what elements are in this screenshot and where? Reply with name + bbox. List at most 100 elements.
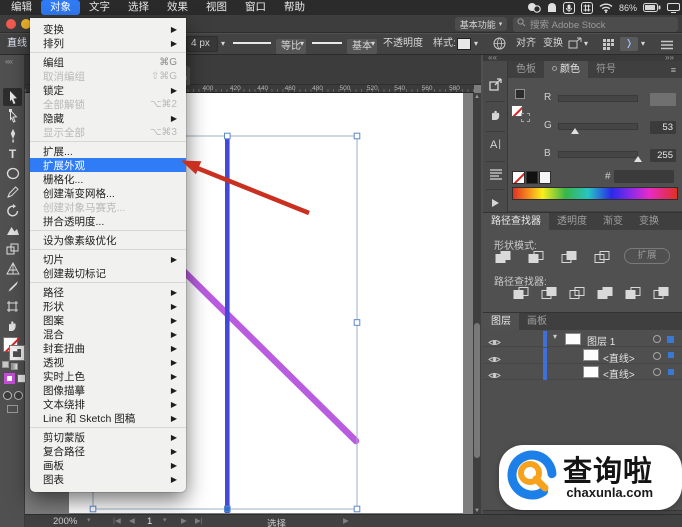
channel-value-G[interactable]: 53: [650, 121, 676, 134]
close-window-button[interactable]: [6, 19, 16, 29]
scale-tool[interactable]: [3, 221, 22, 239]
input-source-icon[interactable]: [580, 1, 593, 14]
chat-bubbles-icon[interactable]: [527, 2, 541, 13]
pathfinder-tab-变换[interactable]: 变换: [631, 213, 667, 230]
menu-item-复合路径[interactable]: 复合路径 ▶: [30, 444, 186, 458]
menubar-item-选择[interactable]: 选择: [119, 0, 158, 15]
channel-slider-B[interactable]: [558, 151, 638, 158]
menu-item-创建裁切标记[interactable]: 创建裁切标记: [30, 266, 186, 280]
libraries-panel-icon[interactable]: [486, 105, 505, 124]
pathfinder-button-2[interactable]: [539, 285, 559, 301]
shape-mode-button-3[interactable]: [559, 249, 579, 265]
pathfinder-tab-透明度[interactable]: 透明度: [549, 213, 595, 230]
layer-name[interactable]: <直线>: [603, 350, 635, 365]
style-dropdown-icon[interactable]: ▾: [474, 34, 478, 54]
menu-item-创建渐变网格[interactable]: 创建渐变网格...: [30, 186, 186, 200]
workspace-switcher[interactable]: 基本功能 ▾: [455, 17, 507, 31]
isolate-icon[interactable]: [568, 37, 582, 57]
display-icon[interactable]: [667, 2, 680, 13]
menu-item-隐藏[interactable]: 隐藏 ▶: [30, 111, 186, 125]
pathfinder-button-3[interactable]: [567, 285, 587, 301]
white-swatch[interactable]: [539, 171, 551, 184]
stroke-indicator[interactable]: [521, 113, 530, 122]
menubar-item-对象[interactable]: 对象: [41, 0, 80, 15]
menu-item-混合[interactable]: 混合 ▶: [30, 327, 186, 341]
color-tab-色板[interactable]: 色板: [508, 61, 544, 78]
menu-item-文本绕排[interactable]: 文本绕排 ▶: [30, 397, 186, 411]
first-artboard-icon[interactable]: |◀: [113, 516, 121, 525]
paragraph-styles-panel-icon[interactable]: [486, 165, 505, 184]
menu-item-封套扭曲[interactable]: 封套扭曲 ▶: [30, 341, 186, 355]
stroke-profile-control[interactable]: 等比: [233, 34, 306, 54]
stroke-width-dropdown-icon[interactable]: ▾: [221, 34, 225, 54]
status-menu-icon[interactable]: ▶: [343, 516, 349, 525]
vertical-scrollbar[interactable]: ▲ ▼: [473, 93, 481, 515]
fill-white-swatch[interactable]: [17, 374, 26, 383]
layers-tab-画板[interactable]: 画板: [519, 313, 555, 330]
color-tab-颜色[interactable]: 颜色: [544, 61, 588, 78]
swap-fill-stroke-icon[interactable]: [515, 89, 525, 99]
pencil-tool[interactable]: [3, 183, 22, 201]
perspective-grid-tool[interactable]: [3, 259, 22, 277]
stock-search-input[interactable]: 搜索 Adobe Stock: [513, 16, 678, 32]
eyedropper-tool[interactable]: [3, 278, 22, 296]
slider-thumb-icon[interactable]: [634, 156, 642, 162]
menu-item-变换[interactable]: 变换 ▶: [30, 22, 186, 36]
layer-target-icon[interactable]: [653, 335, 661, 343]
pathfinder-tab-路径查找器[interactable]: 路径查找器: [483, 213, 549, 230]
menu-item-剪切蒙版[interactable]: 剪切蒙版 ▶: [30, 430, 186, 444]
layer-name[interactable]: <直线>: [603, 366, 635, 381]
next-artboard-icon[interactable]: ▶: [181, 516, 187, 525]
color-mode-icon[interactable]: [2, 361, 9, 368]
shape-mode-button-2[interactable]: [526, 249, 546, 265]
menubar-item-效果[interactable]: 效果: [158, 0, 197, 15]
menu-item-设为像素级优化[interactable]: 设为像素级优化: [30, 233, 186, 247]
layer-expand-icon[interactable]: ▾: [553, 332, 557, 341]
layer-selected-indicator[interactable]: [668, 352, 674, 358]
expand-strip-icon[interactable]: [486, 193, 505, 212]
menu-item-扩展外观[interactable]: 扩展外观: [30, 158, 186, 172]
wifi-icon[interactable]: [599, 3, 613, 13]
menu-item-画板[interactable]: 画板 ▶: [30, 458, 186, 472]
menu-item-锁定[interactable]: 锁定 ▶: [30, 83, 186, 97]
menu-item-图表[interactable]: 图表 ▶: [30, 472, 186, 486]
gradient-mode-icon[interactable]: [11, 363, 18, 370]
scrollbar-thumb[interactable]: [474, 323, 480, 458]
hand-tool[interactable]: [3, 316, 22, 334]
zoom-level-field[interactable]: 200%: [53, 516, 77, 527]
menu-item-透视[interactable]: 透视 ▶: [30, 355, 186, 369]
toolbar-collapse-icon[interactable]: ««: [5, 57, 13, 66]
layer-selected-indicator[interactable]: [668, 368, 674, 375]
layer-row-<直线>[interactable]: <直线>: [483, 347, 682, 365]
none-swatch[interactable]: [512, 171, 525, 184]
zoom-dropdown-icon[interactable]: ▾: [87, 516, 91, 524]
pathfinder-button-6[interactable]: [651, 285, 671, 301]
menu-item-扩展[interactable]: 扩展...: [30, 144, 186, 158]
stroke-width-field[interactable]: 4 px: [186, 36, 218, 52]
slider-thumb-icon[interactable]: [570, 128, 579, 134]
ellipse-tool[interactable]: [3, 164, 22, 182]
layer-selected-indicator[interactable]: [667, 335, 674, 343]
menu-item-图像描摹[interactable]: 图像描摹 ▶: [30, 383, 186, 397]
pathfinder-button-1[interactable]: [511, 285, 531, 301]
menu-item-排列[interactable]: 排列 ▶: [30, 36, 186, 50]
menubar-item-帮助[interactable]: 帮助: [275, 0, 314, 15]
layer-thumbnail[interactable]: [583, 365, 599, 378]
last-artboard-icon[interactable]: ▶|: [195, 516, 203, 525]
character-styles-panel-icon[interactable]: A |: [486, 135, 505, 154]
shape-mode-button-1[interactable]: [493, 249, 513, 265]
selection-tool[interactable]: [3, 88, 22, 106]
color-spectrum-bar[interactable]: [512, 187, 678, 200]
color-tab-符号[interactable]: 符号: [588, 61, 624, 78]
draw-normal-mode-icon[interactable]: [3, 391, 12, 400]
layers-tab-图层[interactable]: 图层: [483, 313, 519, 330]
artboard-number-field[interactable]: 1: [147, 516, 152, 527]
black-swatch[interactable]: [526, 171, 538, 184]
stroke-color-swatch[interactable]: [9, 345, 25, 361]
menu-item-形状[interactable]: 形状 ▶: [30, 299, 186, 313]
siri-icon[interactable]: [547, 2, 557, 13]
scroll-up-icon[interactable]: ▲: [474, 94, 480, 100]
menu-item-编组[interactable]: 编组 ⌘G: [30, 55, 186, 69]
menubar-item-窗口[interactable]: 窗口: [236, 0, 275, 15]
menubar-item-视图[interactable]: 视图: [197, 0, 236, 15]
